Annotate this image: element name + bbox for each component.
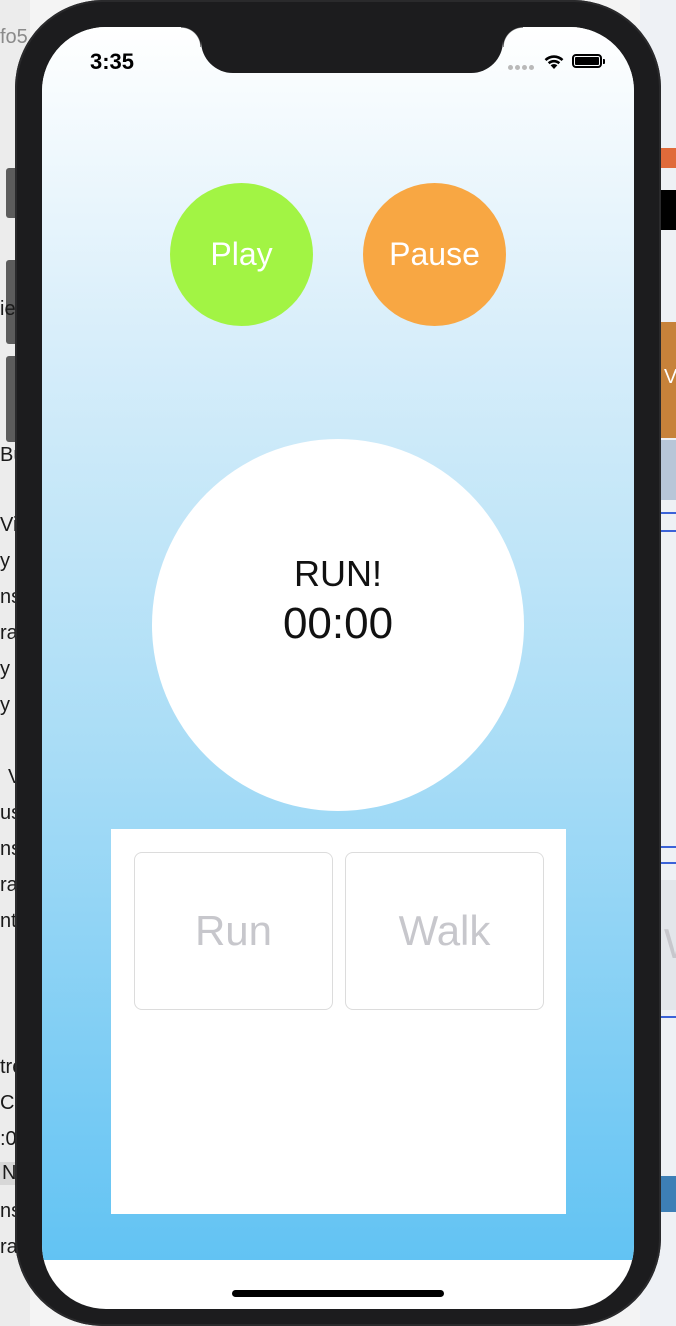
desktop-right-fragment: Va (664, 366, 676, 388)
status-icons (508, 51, 618, 73)
walk-mode-button[interactable]: Walk (345, 852, 544, 1010)
pause-button[interactable]: Pause (363, 183, 506, 326)
home-indicator[interactable] (232, 1290, 444, 1297)
timer-label: RUN! (294, 553, 382, 594)
status-time: 3:35 (90, 49, 135, 74)
signal-dots-icon (508, 65, 538, 70)
wifi-icon (544, 55, 564, 69)
desktop-right-fragment: W (664, 920, 676, 968)
run-mode-button[interactable]: Run (134, 852, 333, 1010)
play-button[interactable]: Play (170, 183, 313, 326)
mode-panel: Run Walk (111, 829, 566, 1214)
phone-frame: 3:35 Play Pause RUN! 00:00 Run Walk (15, 0, 661, 1326)
timer-circle: RUN! 00:00 (152, 439, 524, 811)
phone-notch (181, 27, 523, 73)
timer-value: 00:00 (282, 599, 394, 648)
battery-full-icon (572, 54, 605, 68)
phone-screen: 3:35 Play Pause RUN! 00:00 Run Walk (42, 27, 634, 1309)
